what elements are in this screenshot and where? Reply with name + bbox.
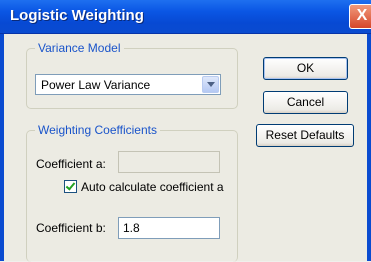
cancel-button-label: Cancel bbox=[286, 95, 325, 109]
coefficient-b-value: 1.8 bbox=[123, 221, 140, 235]
auto-calculate-label[interactable]: Auto calculate coefficient a bbox=[81, 180, 224, 194]
window-border-right bbox=[367, 34, 371, 261]
weighting-coefficients-group: Weighting Coefficients bbox=[26, 123, 238, 262]
auto-calculate-checkbox[interactable] bbox=[64, 180, 77, 193]
ok-button-label: OK bbox=[296, 61, 315, 75]
weighting-coefficients-group-label: Weighting Coefficients bbox=[35, 123, 160, 137]
window-title: Logistic Weighting bbox=[10, 7, 144, 24]
ok-button[interactable]: OK bbox=[263, 57, 348, 80]
coefficient-a-field[interactable] bbox=[118, 151, 220, 173]
cancel-button[interactable]: Cancel bbox=[263, 91, 348, 114]
variance-model-selected: Power Law Variance bbox=[41, 78, 151, 92]
close-icon: X bbox=[356, 7, 368, 24]
reset-defaults-button-label: Reset Defaults bbox=[265, 128, 345, 142]
variance-model-dropdown[interactable]: Power Law Variance bbox=[35, 74, 221, 95]
reset-defaults-button[interactable]: Reset Defaults bbox=[256, 124, 354, 147]
title-bar[interactable]: Logistic Weighting X bbox=[0, 0, 371, 34]
coefficient-a-label: Coefficient a: bbox=[36, 157, 106, 171]
close-button[interactable]: X bbox=[349, 4, 371, 29]
coefficient-b-label: Coefficient b: bbox=[36, 221, 106, 235]
coefficient-b-field[interactable]: 1.8 bbox=[118, 217, 220, 239]
variance-model-group-label: Variance Model bbox=[35, 41, 124, 55]
chevron-down-icon[interactable] bbox=[202, 76, 219, 93]
